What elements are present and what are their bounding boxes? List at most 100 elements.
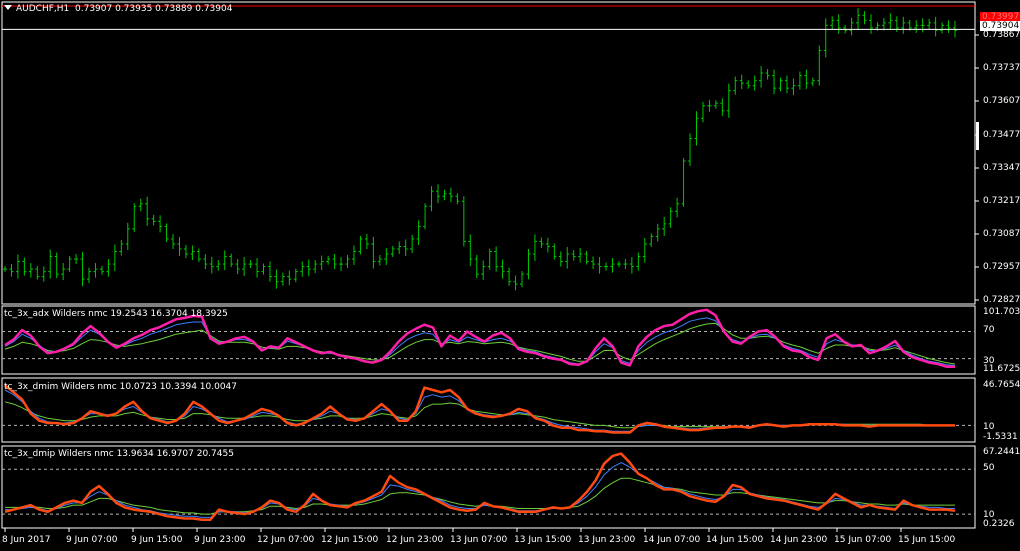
price-bar <box>364 233 369 249</box>
price-bar <box>177 236 182 257</box>
price-bar <box>868 14 873 34</box>
price-bar <box>856 8 861 30</box>
price-bar <box>326 256 331 265</box>
price-bar <box>759 66 764 88</box>
price-bar <box>377 255 382 266</box>
price-bar <box>920 18 925 33</box>
price-bar <box>261 263 266 275</box>
price-bar <box>242 257 247 277</box>
price-bar <box>313 260 318 274</box>
price-bar <box>306 259 311 277</box>
indicator-title-dmip: tc_3x_dmip Wilders nmc 13.9634 16.9707 2… <box>4 449 234 459</box>
price-bar <box>565 246 570 269</box>
price-bar <box>267 261 272 282</box>
price-bar <box>74 254 79 265</box>
price-bar <box>571 249 576 261</box>
price-bar <box>455 193 460 205</box>
price-bar <box>862 11 867 25</box>
dmim-axis-max: 46.7654 <box>983 380 1020 390</box>
price-bar <box>836 14 841 34</box>
price-label: 0.73217 <box>983 196 1020 206</box>
price-bar <box>80 252 85 287</box>
price-bar <box>448 187 453 203</box>
price-bar <box>48 249 53 279</box>
price-bar <box>293 268 298 283</box>
time-label: 13 Jun 07:00 <box>450 535 508 545</box>
price-bar <box>474 255 479 279</box>
price-bar <box>616 261 621 268</box>
chart-canvas <box>1 1 979 532</box>
price-bar <box>410 234 415 254</box>
price-label: 0.73737 <box>983 63 1020 73</box>
price-bar <box>707 99 712 112</box>
price-bar <box>222 250 227 271</box>
price-bar <box>700 101 705 123</box>
price-bar <box>545 237 550 253</box>
price-bar <box>791 78 796 96</box>
price-bar <box>881 17 886 31</box>
time-label: 12 Jun 15:00 <box>321 535 379 545</box>
price-bar <box>22 257 27 276</box>
price-bar <box>520 271 525 288</box>
price-bar <box>720 98 725 116</box>
price-bar <box>87 267 92 284</box>
price-bar <box>196 248 201 263</box>
price-bar <box>655 223 660 242</box>
price-bar <box>746 80 751 89</box>
price-bar <box>203 254 208 270</box>
price-label: 0.73867 <box>983 30 1020 40</box>
price-bar <box>229 253 234 268</box>
price-label: 0.73477 <box>983 130 1020 140</box>
price-bar <box>138 198 143 212</box>
price-bar <box>500 259 505 279</box>
symbol-header[interactable]: AUDCHF,H1 0.73907 0.73935 0.73889 0.7390… <box>4 4 232 15</box>
time-label: 9 Jun 07:00 <box>66 535 118 545</box>
price-bar <box>255 258 260 278</box>
price-bar <box>15 254 20 279</box>
price-bar <box>797 71 802 90</box>
price-bar <box>487 248 492 270</box>
price-bar <box>784 75 789 94</box>
dropdown-triangle-icon[interactable] <box>4 5 12 10</box>
price-bar <box>739 74 744 90</box>
price-bar <box>901 16 906 34</box>
dmip-axis-max: 67.2441 <box>983 447 1020 457</box>
price-bar <box>41 266 46 282</box>
time-label: 15 Jun 07:00 <box>834 535 892 545</box>
time-label: 14 Jun 07:00 <box>643 535 701 545</box>
price-label: 0.72957 <box>983 262 1020 272</box>
price-bar <box>235 259 240 275</box>
price-label: 0.72827 <box>983 295 1020 305</box>
price-bar <box>765 69 770 80</box>
price-bar <box>849 17 854 36</box>
price-label: 0.73607 <box>983 96 1020 106</box>
dmip-axis-min: 0.2326 <box>983 519 1015 529</box>
indicator-title-adx: tc_3x_adx Wilders nmc 19.2543 16.3704 18… <box>4 309 228 319</box>
price-bar <box>584 251 589 265</box>
price-bar <box>604 262 609 271</box>
price-bar <box>158 215 163 233</box>
price-bar <box>830 16 835 30</box>
price-label: 0.73087 <box>983 229 1020 239</box>
price-bar <box>733 76 738 95</box>
price-bar <box>397 241 402 255</box>
price-bar <box>112 244 117 272</box>
price-bar <box>481 260 486 281</box>
price-bar <box>591 256 596 270</box>
price-bar <box>636 252 641 271</box>
price-bar <box>817 45 822 86</box>
price-bar <box>183 244 188 259</box>
price-bar <box>642 237 647 263</box>
adx-axis-max: 101.7034 <box>983 307 1020 317</box>
price-bar <box>726 83 731 118</box>
price-bar <box>209 257 214 274</box>
price-bar <box>461 196 466 247</box>
price-bar <box>429 186 434 212</box>
price-bar <box>99 266 104 275</box>
price-bar <box>351 245 356 266</box>
time-label: 9 Jun 15:00 <box>131 535 183 545</box>
price-bar <box>610 258 615 273</box>
price-bar <box>287 270 292 286</box>
price-bar <box>629 257 634 274</box>
price-bar <box>539 237 544 248</box>
